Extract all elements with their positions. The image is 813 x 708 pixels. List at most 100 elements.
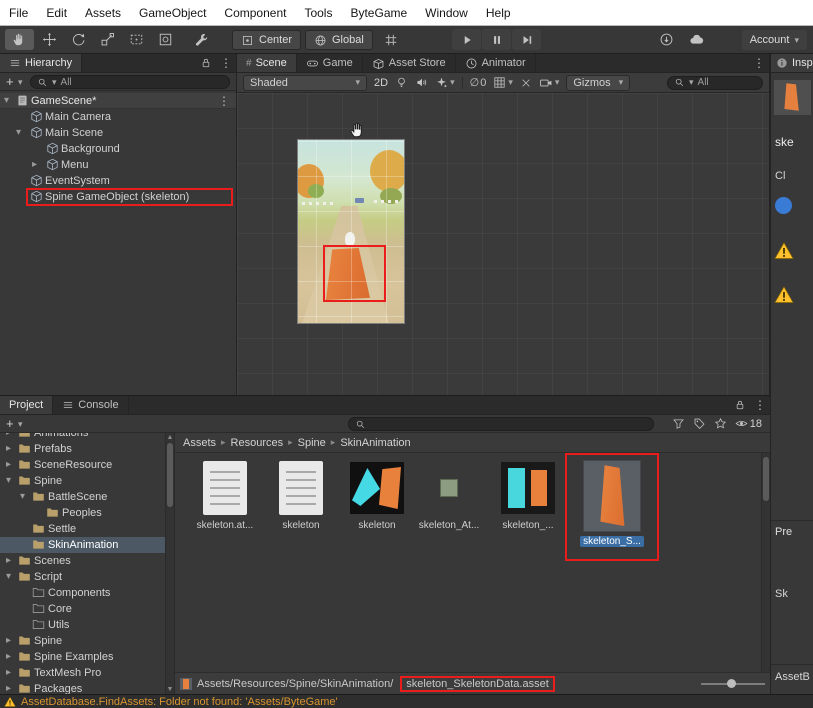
grid-snap-button[interactable] xyxy=(376,29,405,50)
foldout-right-icon[interactable]: ▸ xyxy=(6,634,11,648)
scene-visibility-toggle[interactable]: ∅ 0 xyxy=(470,76,487,89)
status-bar[interactable]: AssetDatabase.FindAssets: Folder not fou… xyxy=(0,694,813,708)
toggle-2d-button[interactable]: 2D xyxy=(374,77,388,89)
foldout-right-icon[interactable]: ▸ xyxy=(6,666,11,680)
menu-bytegame[interactable]: ByteGame xyxy=(341,6,416,20)
rect-tool-button[interactable] xyxy=(122,29,151,50)
slider-thumb[interactable] xyxy=(727,679,736,688)
folder-row-core[interactable]: Core xyxy=(0,601,165,617)
search-by-label-icon[interactable] xyxy=(693,417,706,430)
tab-project[interactable]: Project xyxy=(0,396,53,414)
foldout-down-icon[interactable]: ▾ xyxy=(6,570,11,584)
create-button[interactable]: + xyxy=(6,416,14,431)
save-search-icon[interactable] xyxy=(714,417,727,430)
lock-icon[interactable] xyxy=(730,396,750,414)
asset-item-material[interactable]: skeleton_... xyxy=(493,459,563,531)
search-by-type-icon[interactable] xyxy=(672,417,685,430)
menu-help[interactable]: Help xyxy=(477,6,520,20)
folder-row-spine-examples[interactable]: ▸ Spine Examples xyxy=(0,649,165,665)
foldout-down-icon[interactable]: ▾ xyxy=(6,474,11,488)
foldout-right-icon[interactable]: ▸ xyxy=(6,442,11,456)
folder-row-settle[interactable]: Settle xyxy=(0,521,165,537)
hierarchy-item-background[interactable]: Background xyxy=(0,141,236,157)
foldout-down-icon[interactable]: ▾ xyxy=(16,126,21,140)
foldout-down-icon[interactable]: ▾ xyxy=(20,490,25,504)
hierarchy-item-menu[interactable]: ▸ Menu xyxy=(0,157,236,173)
project-search-input[interactable] xyxy=(348,417,654,431)
create-dropdown-icon[interactable]: ▾ xyxy=(18,420,23,429)
hierarchy-menu-button[interactable]: ⋮ xyxy=(216,54,236,72)
hierarchy-item-main-scene[interactable]: ▾ Main Scene xyxy=(0,125,236,141)
gizmos-dropdown[interactable]: Gizmos ▾ xyxy=(566,75,630,91)
folder-row-prefabs[interactable]: ▸ Prefabs xyxy=(0,441,165,457)
asset-item-atlas-asset[interactable]: skeleton_At... xyxy=(414,459,484,531)
thumbnail-size-slider[interactable] xyxy=(701,679,765,689)
asset-item-json-text[interactable]: skeleton xyxy=(266,459,336,531)
foldout-down-icon[interactable]: ▾ xyxy=(4,94,9,108)
account-button[interactable]: Account ▾ xyxy=(742,30,807,50)
menu-edit[interactable]: Edit xyxy=(37,6,76,20)
step-button[interactable] xyxy=(512,29,541,50)
scene-menu-button[interactable]: ⋮ xyxy=(218,94,230,108)
scene-viewport[interactable] xyxy=(237,93,769,395)
foldout-right-icon[interactable]: ▸ xyxy=(6,682,11,694)
foldout-right-icon[interactable]: ▸ xyxy=(6,650,11,664)
scene-search-input[interactable]: ▾ All xyxy=(667,76,763,90)
folder-row-battlescene[interactable]: ▾ BattleScene xyxy=(0,489,165,505)
lighting-toggle-icon[interactable] xyxy=(395,76,408,89)
tab-animator[interactable]: Animator xyxy=(456,54,536,72)
hierarchy-scene-header[interactable]: ▾ GameScene* ⋮ xyxy=(0,93,236,109)
effects-dropdown[interactable]: ▾ xyxy=(435,76,455,89)
folder-row-spine[interactable]: ▾ Spine xyxy=(0,473,165,489)
audio-toggle-icon[interactable] xyxy=(415,76,428,89)
tab-asset-store[interactable]: Asset Store xyxy=(363,54,456,72)
folder-row-spine-2[interactable]: ▸ Spine xyxy=(0,633,165,649)
collab-button[interactable] xyxy=(652,29,681,50)
hierarchy-item-main-camera[interactable]: Main Camera xyxy=(0,109,236,125)
menu-tools[interactable]: Tools xyxy=(295,6,341,20)
breadcrumb-item[interactable]: Spine xyxy=(298,437,326,449)
folder-row-script[interactable]: ▾ Script xyxy=(0,569,165,585)
tree-scrollbar[interactable]: ▲ ▼ xyxy=(165,433,174,694)
space-toggle-button[interactable]: Global xyxy=(305,30,373,50)
lock-icon[interactable] xyxy=(196,54,216,72)
hierarchy-search-input[interactable]: ▾ All xyxy=(30,75,230,89)
move-tool-button[interactable] xyxy=(35,29,64,50)
asset-item-atlas-text[interactable]: skeleton.at... xyxy=(190,459,260,531)
hierarchy-item-spine-gameobject[interactable]: Spine GameObject (skeleton) xyxy=(0,189,236,205)
hand-tool-button[interactable] xyxy=(5,29,34,50)
folder-row-scenes[interactable]: ▸ Scenes xyxy=(0,553,165,569)
cloud-services-button[interactable] xyxy=(682,29,711,50)
asset-item-texture[interactable]: skeleton xyxy=(342,459,412,531)
folder-row-animations[interactable]: ▸ Animations xyxy=(0,433,165,441)
foldout-right-icon[interactable]: ▸ xyxy=(6,433,11,440)
folder-row-peoples[interactable]: Peoples xyxy=(0,505,165,521)
hierarchy-item-eventsystem[interactable]: EventSystem xyxy=(0,173,236,189)
tab-inspector[interactable]: Insp xyxy=(771,54,813,72)
breadcrumb-item[interactable]: Resources xyxy=(231,437,284,449)
folder-row-skinanimation[interactable]: SkinAnimation xyxy=(0,537,165,553)
tab-game[interactable]: Game xyxy=(297,54,363,72)
shading-mode-dropdown[interactable]: Shaded ▾ xyxy=(243,75,367,91)
play-button[interactable] xyxy=(452,29,481,50)
folder-row-textmesh-pro[interactable]: ▸ TextMesh Pro xyxy=(0,665,165,681)
custom-tool-button[interactable] xyxy=(187,29,216,50)
project-menu-button[interactable]: ⋮ xyxy=(750,396,770,414)
menu-gameobject[interactable]: GameObject xyxy=(130,6,215,20)
tab-hierarchy[interactable]: Hierarchy xyxy=(0,54,82,72)
foldout-right-icon[interactable]: ▸ xyxy=(32,158,37,172)
asset-grid-scrollbar[interactable] xyxy=(761,453,770,672)
tab-scene[interactable]: # Scene xyxy=(237,54,297,72)
menu-component[interactable]: Component xyxy=(215,6,295,20)
rotate-tool-button[interactable] xyxy=(64,29,93,50)
tab-console[interactable]: Console xyxy=(53,396,128,414)
breadcrumb-item[interactable]: SkinAnimation xyxy=(340,437,410,449)
scale-tool-button[interactable] xyxy=(93,29,122,50)
menu-file[interactable]: File xyxy=(0,6,37,20)
create-dropdown-icon[interactable]: ▾ xyxy=(18,78,23,87)
hidden-packages-toggle[interactable]: 18 xyxy=(735,417,762,430)
pivot-toggle-button[interactable]: Center xyxy=(232,30,301,50)
pause-button[interactable] xyxy=(482,29,511,50)
create-button[interactable]: + xyxy=(6,74,14,89)
menu-window[interactable]: Window xyxy=(416,6,477,20)
